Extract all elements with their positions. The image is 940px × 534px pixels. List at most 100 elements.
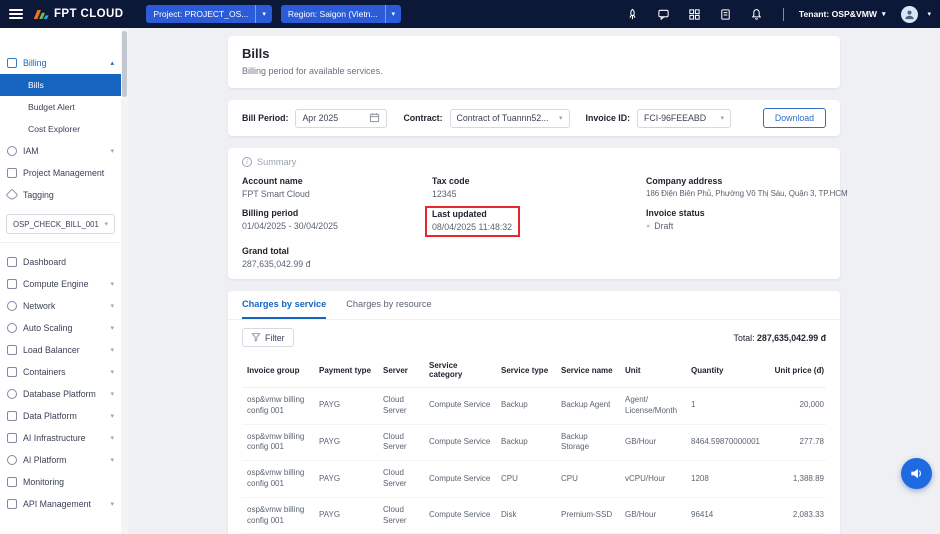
scrollbar-thumb[interactable] [122, 31, 127, 97]
sidebar-item-auto-scaling[interactable]: Auto Scaling ▾ [0, 317, 121, 339]
billing-icon [7, 58, 17, 68]
sidebar-item-ai-platform[interactable]: AI Platform ▾ [0, 449, 121, 471]
sidebar-item-bills[interactable]: Bills [0, 74, 121, 96]
chevron-down-icon: ▾ [110, 303, 114, 310]
sidebar-item-api-management[interactable]: API Management ▾ [0, 493, 121, 515]
chevron-up-icon: ▴ [110, 60, 114, 67]
table-cell: Disk [496, 497, 556, 534]
table-cell: vCPU/Hour [620, 460, 686, 498]
sidebar-item-data-platform[interactable]: Data Platform ▾ [0, 405, 121, 427]
ai-platform-icon [7, 455, 17, 465]
company-address-label: Company address [646, 176, 723, 186]
sidebar-item-label: Compute Engine [23, 279, 89, 289]
sidebar-item-ai-infrastructure[interactable]: AI Infrastructure ▾ [0, 427, 121, 449]
table-cell: PAYG [314, 460, 378, 498]
table-cell: Backup Storage [556, 424, 620, 462]
iam-icon [7, 146, 17, 156]
api-management-icon [7, 499, 17, 509]
status-dot-icon: ● [646, 222, 651, 230]
tab-charges-by-service[interactable]: Charges by service [242, 291, 327, 319]
sidebar-item-tagging[interactable]: Tagging [0, 184, 121, 206]
content-container: Bills Billing period for available servi… [228, 36, 848, 534]
table-cell: 20,000 [768, 387, 826, 425]
menu-icon[interactable] [9, 9, 23, 19]
bills-header-card: Bills Billing period for available servi… [228, 36, 840, 88]
invoice-id-label: Invoice ID: [585, 113, 631, 123]
sidebar-item-compute-engine[interactable]: Compute Engine ▾ [0, 273, 121, 295]
contract-select[interactable]: Contract of Tuannn52... ▾ [449, 108, 570, 128]
sidebar-item-iam[interactable]: IAM ▾ [0, 140, 121, 162]
user-icon [905, 10, 915, 19]
sidebar-item-database-platform[interactable]: Database Platform ▾ [0, 383, 121, 405]
invoice-id-select[interactable]: FCI-96FEEABD ▾ [637, 108, 732, 128]
table-cell: PAYG [314, 424, 378, 462]
tab-charges-by-resource[interactable]: Charges by resource [346, 291, 431, 319]
fpt-cloud-logo[interactable]: FPT CLOUD [32, 8, 123, 21]
sidebar-item-label: AI Infrastructure [23, 433, 86, 443]
sidebar-item-load-balancer[interactable]: Load Balancer ▾ [0, 339, 121, 361]
bill-period-value: Apr 2025 [302, 113, 339, 123]
report-icon[interactable] [718, 6, 734, 22]
status-badge: ● Draft [646, 221, 848, 231]
filter-button[interactable]: Filter [242, 328, 294, 347]
sidebar-item-label: Cost Explorer [28, 124, 81, 134]
table-row: osp&vmw billing config 001 PAYG Cloud Serv… [242, 387, 826, 425]
sidebar: Billing ▴ Bills Budget Alert Cost Explor… [0, 28, 121, 534]
sidebar-item-monitoring[interactable]: Monitoring [0, 471, 121, 493]
table-cell: Cloud Server [378, 424, 424, 462]
column-invoice-group: Invoice group [242, 353, 314, 388]
support-button[interactable] [901, 458, 932, 489]
sidebar-item-budget-alert[interactable]: Budget Alert [0, 96, 121, 118]
billing-period-label: Billing period [242, 208, 299, 218]
summary-grid: Account name FPT Smart Cloud Tax code 12… [242, 176, 848, 269]
sidebar-project-select-value: OSP_CHECK_BILL_001 [13, 219, 99, 229]
summary-header: i Summary [242, 157, 826, 167]
sidebar-item-project-management[interactable]: Project Management [0, 162, 121, 184]
sidebar-item-dashboard[interactable]: Dashboard [0, 251, 121, 273]
main-content: Bills Billing period for available servi… [128, 28, 940, 534]
table-cell: PAYG [314, 387, 378, 425]
chevron-down-icon: ▾ [720, 115, 725, 122]
account-name-value: FPT Smart Cloud [242, 189, 310, 199]
table-cell: Backup [496, 387, 556, 425]
invoice-status-field: Invoice status ● Draft [646, 208, 848, 237]
chevron-down-icon: ▾ [110, 435, 114, 442]
sidebar-item-network[interactable]: Network ▾ [0, 295, 121, 317]
chevron-down-icon: ▾ [110, 413, 114, 420]
table-row: osp&vmw billing config 001 PAYG Cloud Serv… [242, 497, 826, 534]
bill-period-input[interactable]: Apr 2025 [295, 108, 388, 128]
bell-icon[interactable] [749, 6, 765, 22]
invoice-status-label: Invoice status [646, 208, 705, 218]
sidebar-item-label: API Management [23, 499, 91, 509]
rocket-icon[interactable] [625, 6, 641, 22]
chevron-down-icon: ▾ [110, 148, 114, 155]
chevron-down-icon: ▾ [110, 501, 114, 508]
sidebar-item-label: Tagging [23, 190, 54, 200]
chevron-down-icon: ▾ [559, 115, 563, 122]
tenant-select[interactable]: Tenant: OSP&VMW ▾ [799, 9, 886, 19]
download-button[interactable]: Download [762, 108, 826, 128]
account-name-label: Account name [242, 176, 303, 186]
project-select[interactable]: Project: PROJECT_OS... ▾ [146, 5, 272, 23]
funnel-icon [251, 332, 261, 344]
table-header-row: Invoice group Payment type Server Servic… [242, 353, 826, 388]
chat-icon[interactable] [656, 6, 672, 22]
sidebar-item-containers[interactable]: Containers ▾ [0, 361, 121, 383]
summary-card: i Summary Account name FPT Smart Cloud T… [228, 148, 848, 279]
sidebar-project-select[interactable]: OSP_CHECK_BILL_001 ▾ [6, 214, 115, 234]
grand-total-value: 287,635,042.99 đ [242, 259, 311, 269]
auto-scaling-icon [7, 323, 17, 333]
table-cell: Compute Service [424, 460, 496, 498]
sidebar-item-billing[interactable]: Billing ▴ [0, 52, 121, 74]
avatar[interactable] [901, 5, 919, 23]
chevron-down-icon: ▾ [110, 369, 114, 376]
chevron-down-icon: ▾ [110, 391, 114, 398]
content-scrollbar[interactable] [121, 28, 128, 534]
apps-grid-icon[interactable] [687, 6, 703, 22]
table-cell: osp&vmw billing config 001 [242, 387, 314, 425]
project-select-value: Project: PROJECT_OS... [153, 9, 249, 19]
table-cell: Backup [496, 424, 556, 462]
chevron-down-icon: ▾ [384, 5, 402, 23]
sidebar-item-cost-explorer[interactable]: Cost Explorer [0, 118, 121, 140]
region-select[interactable]: Region: Saigon (Vietn... ▾ [280, 5, 402, 23]
